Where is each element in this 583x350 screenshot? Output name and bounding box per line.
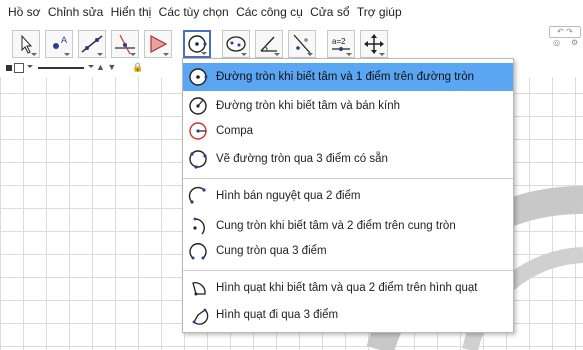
line-style-icon[interactable]: [38, 67, 84, 69]
angle-tool-button[interactable]: [255, 30, 283, 58]
dropdown-item-sector-center[interactable]: Hình quạt khi biết tâm và qua 2 điểm trê…: [183, 274, 513, 302]
circle-three-points-icon: [189, 150, 207, 169]
menu-tools[interactable]: Các công cụ: [236, 0, 303, 24]
menu-options[interactable]: Các tùy chọn: [159, 0, 229, 24]
dropdown-item-semicircle[interactable]: Hình bán nguyệt qua 2 điểm: [183, 182, 513, 210]
arc-three-points-icon: [189, 243, 207, 260]
menu-view[interactable]: Hiển thị: [111, 0, 152, 24]
menu-window[interactable]: Cửa sổ: [310, 0, 349, 24]
move-view-tool-button[interactable]: [360, 30, 388, 58]
dropdown-item-arc-center[interactable]: Cung tròn khi biết tâm và 2 điểm trên cu…: [183, 212, 513, 240]
sector-three-points-icon: [192, 308, 209, 325]
circle-tool-dropdown: Đường tròn khi biết tâm và 1 điểm trên đ…: [182, 58, 514, 333]
svg-text:a=2: a=2: [332, 37, 346, 46]
semicircle-icon: [188, 186, 206, 204]
chevron-down-icon[interactable]: [27, 65, 33, 68]
dropdown-item-compass[interactable]: Compa: [183, 117, 513, 145]
slider-tool-button[interactable]: a=2: [327, 30, 355, 58]
gear-icon[interactable]: ⚙: [571, 38, 578, 47]
toolbar: A a=2: [0, 24, 583, 62]
ellipse-tool-button[interactable]: [222, 30, 250, 58]
line-thickness-control[interactable]: ▲ ▼: [96, 62, 116, 72]
reflect-tool-button[interactable]: [288, 30, 316, 58]
menu-edit[interactable]: Chỉnh sửa: [48, 0, 103, 24]
circle-tool-button[interactable]: [183, 30, 211, 58]
chevron-down-icon[interactable]: [88, 65, 94, 68]
dropdown-item-circle-center-point[interactable]: Đường tròn khi biết tâm và 1 điểm trên đ…: [183, 63, 513, 91]
undo-redo-box[interactable]: ↶ ↷: [549, 26, 581, 38]
point-style-icon[interactable]: [6, 65, 12, 71]
dropdown-separator: [183, 270, 513, 271]
polygon-tool-button[interactable]: [144, 30, 172, 58]
perpendicular-tool-button[interactable]: [111, 30, 139, 58]
sector-center-icon: [192, 282, 206, 296]
undo-redo-controls: ↶ ↷ ◎ ⚙: [543, 24, 583, 48]
shape-style-icon[interactable]: [14, 63, 24, 73]
circle-center-point-icon: [189, 68, 208, 86]
menu-file[interactable]: Hồ sơ: [8, 0, 41, 24]
dropdown-item-circle-center-radius[interactable]: Đường tròn khi biết tâm và bán kính: [183, 92, 513, 120]
menu-bar: Hồ sơ Chỉnh sửa Hiển thị Các tùy chọn Cá…: [0, 0, 583, 24]
dropdown-item-circle-three-points[interactable]: Vẽ đường tròn qua 3 điểm có sẵn: [183, 145, 513, 173]
move-tool-button[interactable]: [12, 30, 40, 58]
compass-icon: [189, 122, 207, 140]
dropdown-item-arc-three-points[interactable]: Cung tròn qua 3 điểm: [183, 237, 513, 265]
menu-help[interactable]: Trợ giúp: [357, 0, 402, 24]
line-tool-button[interactable]: [78, 30, 106, 58]
dropdown-separator: [183, 178, 513, 179]
arc-center-icon: [193, 217, 205, 235]
lock-icon[interactable]: 🔒: [132, 62, 143, 73]
point-tool-button[interactable]: A: [45, 30, 73, 58]
circle-center-radius-icon: [189, 97, 207, 115]
svg-text:A: A: [61, 35, 67, 45]
help-icon[interactable]: ◎: [553, 38, 560, 47]
dropdown-item-sector-three-points[interactable]: Hình quạt đi qua 3 điểm: [183, 301, 513, 329]
